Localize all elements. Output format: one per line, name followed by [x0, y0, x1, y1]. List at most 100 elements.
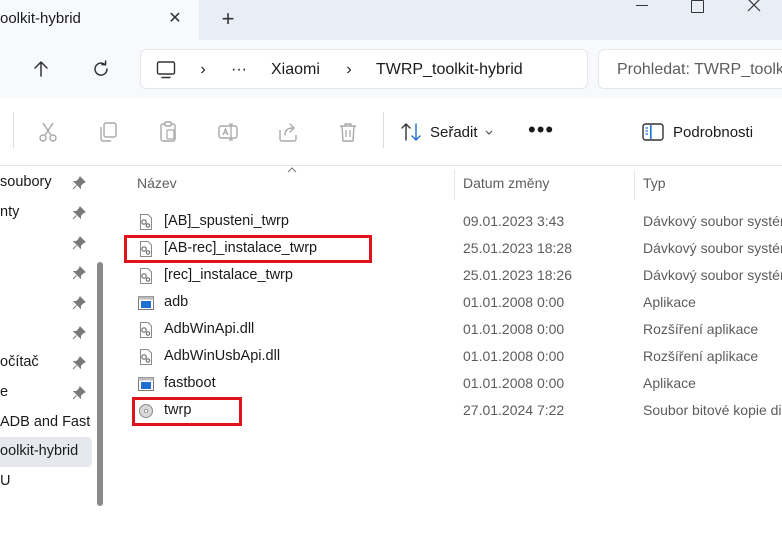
- sort-label: Seřadit: [430, 124, 478, 141]
- pin-icon: [72, 176, 86, 190]
- toolbar-divider: [13, 112, 14, 148]
- nav-item[interactable]: U: [0, 467, 92, 497]
- nav-item[interactable]: [0, 258, 92, 288]
- batch-file-icon: [140, 268, 152, 284]
- search-box[interactable]: [598, 49, 782, 89]
- file-row[interactable]: AdbWinUsbApi.dll 01.01.2008 0:00 Rozšíře…: [116, 343, 782, 370]
- close-window-button[interactable]: [744, 0, 764, 16]
- pin-icon: [72, 386, 86, 400]
- file-type: Soubor bitové kopie disku: [643, 402, 782, 418]
- highlight-box: [132, 397, 242, 426]
- tab-title: oolkit-hybrid: [0, 10, 81, 27]
- file-row[interactable]: fastboot 01.01.2008 0:00 Aplikace: [116, 370, 782, 397]
- breadcrumb-current-folder[interactable]: TWRP_toolkit-hybrid: [376, 60, 523, 80]
- refresh-button[interactable]: [85, 53, 117, 85]
- nav-item-this-pc[interactable]: očítač: [0, 348, 92, 378]
- details-pane-icon: [642, 123, 664, 141]
- new-tab-button[interactable]: +: [218, 7, 238, 31]
- highlight-box: [124, 235, 372, 263]
- command-bar: Seřadit ••• Podrobnosti: [0, 98, 782, 166]
- details-label: Podrobnosti: [673, 124, 754, 141]
- nav-item[interactable]: [0, 288, 92, 318]
- computer-icon: [156, 61, 176, 79]
- rename-icon[interactable]: [216, 120, 240, 144]
- pin-icon: [72, 236, 86, 250]
- delete-icon[interactable]: [336, 120, 360, 144]
- file-name: AdbWinUsbApi.dll: [164, 348, 281, 364]
- pin-icon: [72, 266, 86, 280]
- toolbar-divider: [383, 112, 384, 148]
- navigation-pane: soubory nty očítač e ADB and Fastboot oo…: [0, 166, 108, 539]
- search-input[interactable]: [617, 60, 782, 80]
- breadcrumb-separator[interactable]: ›: [197, 60, 209, 80]
- chevron-down-icon: [485, 130, 493, 135]
- share-icon[interactable]: [276, 120, 300, 144]
- nav-item-label: ADB and Fastboot: [0, 414, 90, 430]
- nav-item-label: U: [0, 473, 11, 489]
- sort-button[interactable]: Seřadit: [398, 116, 498, 148]
- nav-item-adb-fastboot[interactable]: ADB and Fastboot: [0, 408, 92, 438]
- file-row[interactable]: [AB]_spusteni_twrp 09.01.2023 3:43 Dávko…: [116, 208, 782, 235]
- nav-item[interactable]: [0, 228, 92, 258]
- file-type: Rozšíření aplikace: [643, 321, 759, 337]
- breadcrumb-overflow-button[interactable]: ···: [231, 60, 247, 80]
- nav-item[interactable]: [0, 318, 92, 348]
- tab-current-folder[interactable]: oolkit-hybrid ✕: [0, 0, 199, 40]
- details-button[interactable]: Podrobnosti: [640, 116, 780, 148]
- file-type: Aplikace: [643, 294, 696, 310]
- column-header-type[interactable]: Typ: [643, 175, 666, 191]
- refresh-icon: [94, 60, 108, 76]
- pin-icon: [72, 326, 86, 340]
- column-header-name[interactable]: Název: [137, 175, 177, 191]
- tab-strip: oolkit-hybrid ✕ +: [0, 0, 782, 40]
- dll-file-icon: [140, 322, 152, 338]
- minimize-button[interactable]: [632, 0, 652, 16]
- file-date: 01.01.2008 0:00: [463, 294, 565, 310]
- file-date: 27.01.2024 7:22: [463, 402, 565, 418]
- file-name: AdbWinApi.dll: [164, 321, 255, 337]
- sort-icon: [401, 123, 421, 141]
- file-row[interactable]: adb 01.01.2008 0:00 Aplikace: [116, 289, 782, 316]
- copy-icon[interactable]: [96, 120, 120, 144]
- dll-file-icon: [140, 349, 152, 365]
- navigation-scrollbar[interactable]: [97, 262, 103, 506]
- more-options-button[interactable]: •••: [528, 119, 554, 141]
- nav-item[interactable]: e: [0, 378, 92, 408]
- maximize-button[interactable]: [688, 0, 708, 16]
- file-row[interactable]: AdbWinApi.dll 01.01.2008 0:00 Rozšíření …: [116, 316, 782, 343]
- file-date: 25.01.2023 18:28: [463, 240, 572, 256]
- address-row: › ··· Xiaomi › TWRP_toolkit-hybrid: [0, 40, 782, 98]
- file-type: Dávkový soubor systému Windows: [643, 267, 782, 283]
- nav-item[interactable]: soubory: [0, 168, 92, 198]
- file-row[interactable]: [rec]_instalace_twrp 25.01.2023 18:26 Dá…: [116, 262, 782, 289]
- column-separator[interactable]: [634, 170, 635, 200]
- nav-item-label: oolkit-hybrid: [0, 443, 79, 459]
- file-type: Dávkový soubor systému Windows: [643, 240, 782, 256]
- pin-icon: [72, 296, 86, 310]
- address-bar[interactable]: › ··· Xiaomi › TWRP_toolkit-hybrid: [140, 49, 588, 89]
- batch-file-icon: [140, 214, 152, 230]
- breadcrumb-xiaomi[interactable]: Xiaomi: [271, 60, 320, 80]
- file-name: adb: [164, 294, 189, 310]
- close-icon: [747, 0, 761, 12]
- file-date: 01.01.2008 0:00: [463, 348, 565, 364]
- file-list: Název Datum změny Typ [AB]_spusteni_twrp…: [116, 166, 782, 539]
- column-header-date[interactable]: Datum změny: [463, 175, 549, 191]
- file-date: 25.01.2023 18:26: [463, 267, 572, 283]
- file-date: 01.01.2008 0:00: [463, 375, 565, 391]
- tab-close-icon[interactable]: ✕: [166, 9, 184, 29]
- nav-item[interactable]: nty: [0, 198, 92, 228]
- nav-item-toolkit-hybrid[interactable]: oolkit-hybrid: [0, 437, 92, 467]
- paste-icon[interactable]: [156, 120, 180, 144]
- column-separator[interactable]: [454, 170, 455, 200]
- pin-icon: [72, 206, 86, 220]
- breadcrumb-separator[interactable]: ›: [343, 60, 355, 80]
- file-date: 01.01.2008 0:00: [463, 321, 565, 337]
- file-type: Aplikace: [643, 375, 696, 391]
- file-type: Rozšíření aplikace: [643, 348, 759, 364]
- sort-ascending-icon: [287, 167, 297, 173]
- file-name: [rec]_instalace_twrp: [164, 267, 293, 283]
- up-button[interactable]: [25, 53, 57, 85]
- cut-icon[interactable]: [36, 120, 60, 144]
- application-icon: [138, 377, 154, 391]
